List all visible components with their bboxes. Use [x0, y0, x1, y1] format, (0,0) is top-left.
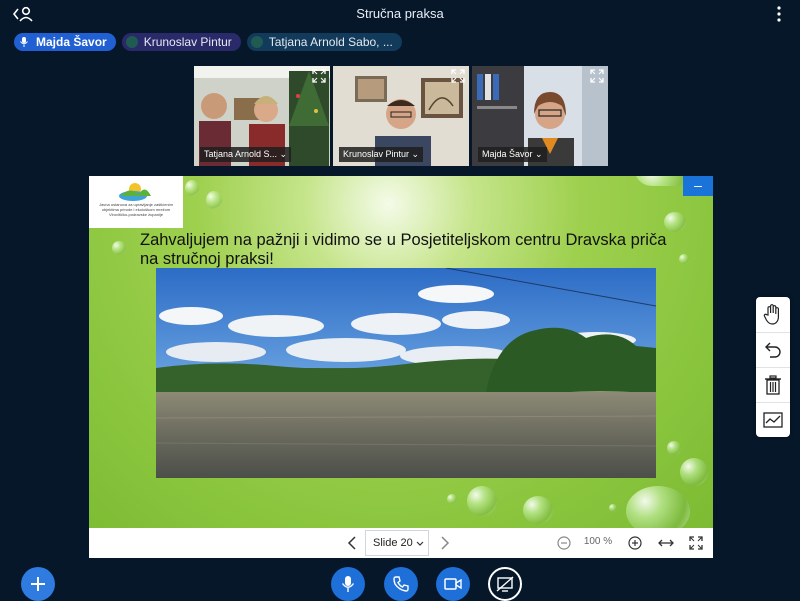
- presentation-area: Javna ustanova za upravljanje zaštićenim…: [89, 176, 713, 558]
- water-drop: [112, 241, 126, 255]
- zoom-out-button[interactable]: [554, 528, 574, 558]
- trash-icon: [765, 375, 781, 395]
- slide-select[interactable]: Slide 20: [365, 530, 429, 556]
- plus-icon: [31, 577, 45, 591]
- zoom-level: 100 %: [583, 536, 613, 547]
- undo-icon: [765, 342, 781, 358]
- water-drop: [206, 191, 222, 209]
- water-drop: [523, 496, 553, 524]
- clear-annotations-button[interactable]: [756, 367, 790, 402]
- logo-icon: [119, 183, 151, 201]
- slide-select-value: Slide 20: [373, 537, 413, 549]
- undo-button[interactable]: [756, 332, 790, 367]
- expand-icon[interactable]: [451, 69, 465, 83]
- screen-share-button[interactable]: [488, 567, 522, 601]
- water-drop: [679, 254, 689, 264]
- next-slide-button[interactable]: [435, 528, 455, 558]
- video-button[interactable]: [436, 567, 470, 601]
- previous-slide-button[interactable]: [342, 528, 362, 558]
- fit-width-button[interactable]: [656, 528, 676, 558]
- status-dot-icon: [125, 36, 138, 48]
- participant-chip[interactable]: Majda Šavor: [14, 33, 116, 51]
- microphone-icon: [18, 36, 30, 48]
- top-bar: Stručna praksa: [0, 0, 800, 28]
- presentation-toolbar: Slide 20 100 %: [89, 528, 713, 558]
- actions-button[interactable]: [21, 567, 55, 601]
- slide: Javna ustanova za upravljanje zaštićenim…: [89, 176, 713, 528]
- video-name-label[interactable]: Majda Šavor ⌄: [478, 147, 547, 162]
- participant-name: Krunoslav Pintur: [143, 35, 232, 49]
- mute-button[interactable]: [331, 567, 365, 601]
- video-name-label[interactable]: Krunoslav Pintur ⌄: [339, 147, 424, 162]
- water-drop: [447, 494, 457, 504]
- video-name-label[interactable]: Tatjana Arnold S... ⌄: [200, 147, 292, 162]
- water-drop: [626, 486, 690, 528]
- video-tile-active[interactable]: Majda Šavor ⌄: [472, 66, 608, 166]
- participant-chip[interactable]: Krunoslav Pintur: [121, 33, 241, 51]
- fit-width-icon: [658, 539, 674, 547]
- chart-icon: [763, 412, 783, 428]
- expand-icon[interactable]: [590, 69, 604, 83]
- water-drop: [185, 180, 199, 196]
- screen-share-off-icon: [496, 576, 514, 592]
- logo-text: Javna ustanova za upravljanje zaštićenim…: [99, 202, 173, 217]
- talking-indicator-list: Majda Šavor Krunoslav Pintur Tatjana Arn…: [14, 33, 402, 51]
- fullscreen-button[interactable]: [686, 528, 706, 558]
- annotation-toolbar: [756, 297, 790, 437]
- participant-chip[interactable]: Tatjana Arnold Sabo, ...: [246, 33, 402, 51]
- chevron-left-icon: [347, 536, 356, 550]
- hand-tool-button[interactable]: [756, 297, 790, 331]
- river-photo: [156, 268, 656, 478]
- water-drop: [667, 441, 681, 455]
- chevron-down-icon: [416, 541, 424, 546]
- hand-icon: [763, 304, 779, 325]
- zoom-out-icon: [557, 536, 571, 550]
- fullscreen-icon: [689, 536, 703, 550]
- audio-button[interactable]: [384, 567, 418, 601]
- video-tile[interactable]: Tatjana Arnold S... ⌄: [194, 66, 330, 166]
- slide-heading: Zahvaljujem na pažnji i vidimo se u Posj…: [140, 231, 667, 268]
- phone-icon: [393, 576, 409, 592]
- status-dot-icon: [250, 36, 263, 48]
- water-drop: [467, 486, 497, 516]
- expand-icon[interactable]: [312, 69, 326, 83]
- video-tile[interactable]: Krunoslav Pintur ⌄: [333, 66, 469, 166]
- participant-name: Majda Šavor: [36, 35, 107, 49]
- kebab-menu-icon[interactable]: [776, 6, 782, 22]
- whiteboard-chart-button[interactable]: [756, 402, 790, 437]
- minimize-presentation-button[interactable]: –: [683, 176, 713, 196]
- zoom-in-button[interactable]: [625, 528, 645, 558]
- water-drop: [609, 504, 617, 512]
- chevron-right-icon: [441, 536, 450, 550]
- water-drop: [680, 458, 708, 486]
- organization-logo: Javna ustanova za upravljanje zaštićenim…: [89, 176, 183, 228]
- video-list: Tatjana Arnold S... ⌄ Krunoslav Pintur ⌄: [194, 66, 608, 166]
- meeting-title: Stručna praksa: [356, 6, 444, 21]
- microphone-icon: [341, 576, 355, 592]
- video-camera-icon: [444, 578, 462, 590]
- participant-name: Tatjana Arnold Sabo, ...: [268, 35, 393, 49]
- zoom-in-icon: [628, 536, 642, 550]
- water-drop: [664, 212, 686, 232]
